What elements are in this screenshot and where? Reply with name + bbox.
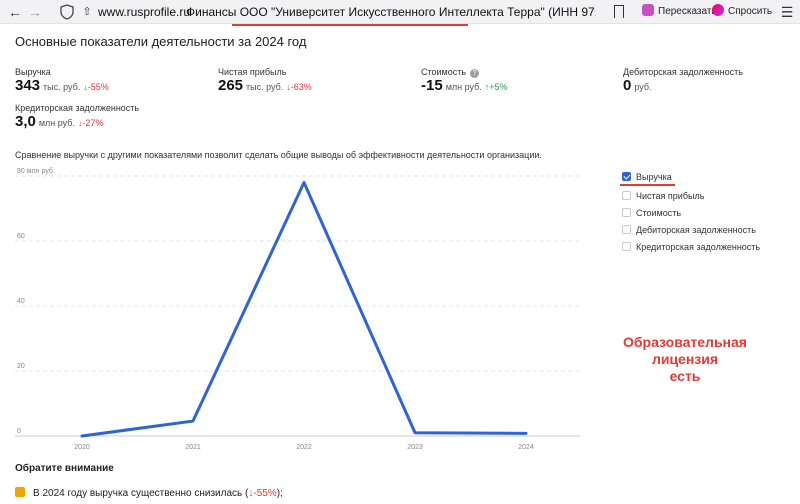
metric-number: -15	[421, 77, 443, 94]
retell-button[interactable]: Пересказать	[642, 3, 717, 21]
data-point	[413, 431, 417, 434]
ask-label: Спросить	[728, 6, 773, 17]
metric-label-revenue: Выручка	[15, 67, 51, 77]
x-tick-label: 2021	[185, 444, 201, 451]
y-tick-label: 0	[17, 428, 21, 435]
page-title-tab[interactable]: Финансы ООО "Университет Искусственного …	[186, 5, 596, 19]
notice-change: ↓-55%	[248, 488, 277, 499]
metric-label-net-profit: Чистая прибыль	[218, 67, 287, 77]
metric-value-payables: 3,0 млн руб. ↓-27%	[15, 113, 103, 131]
y-tick-label: 40	[17, 298, 25, 305]
metric-number: 343	[15, 77, 41, 94]
data-point	[524, 432, 528, 435]
share-icon[interactable]: ⇧	[78, 3, 96, 21]
annotation-line-1: Образовательная лицензия	[623, 334, 747, 367]
metric-label-receivables: Дебиторская задолженность	[623, 67, 743, 77]
title-highlight-underline	[232, 24, 468, 26]
ask-icon	[712, 4, 724, 16]
metric-value-net-profit: 265 тыс. руб. ↓-63%	[218, 77, 312, 95]
bookmark-icon[interactable]	[614, 5, 624, 18]
checkbox-checked-icon[interactable]	[622, 172, 631, 181]
address-host[interactable]: www.rusprofile.ru	[98, 5, 190, 19]
warning-icon	[15, 487, 25, 497]
legend-item-net-profit[interactable]: Чистая прибыль	[622, 191, 704, 203]
legend-highlight-underline	[620, 184, 675, 186]
legend-item-revenue[interactable]: Выручка	[622, 172, 672, 184]
forward-icon[interactable]: →	[26, 3, 44, 21]
metric-unit: тыс. руб.	[43, 82, 81, 92]
metric-change: ↑+5%	[484, 82, 508, 92]
notice-item: В 2024 году выручка существенно снизилас…	[15, 487, 283, 499]
metric-change: ↓-63%	[286, 82, 312, 92]
data-point	[191, 419, 195, 423]
retell-label: Пересказать	[658, 6, 717, 17]
ask-button[interactable]: Спросить	[712, 3, 772, 21]
metric-change: ↓-27%	[77, 118, 104, 128]
metric-number: 0	[623, 77, 632, 94]
license-annotation: Образовательная лицензия есть	[590, 334, 780, 385]
legend-item-value[interactable]: Стоимость	[622, 208, 681, 220]
x-tick-label: 2024	[518, 444, 534, 451]
metric-label-text: Стоимость	[421, 67, 467, 77]
metric-number: 3,0	[15, 113, 36, 130]
x-tick-label: 2020	[74, 444, 90, 451]
notice-text-after: );	[276, 488, 283, 499]
metric-label-payables: Кредиторская задолженность	[15, 103, 140, 113]
section-title: Основные показатели деятельности за 2024…	[15, 34, 307, 49]
series-line-revenue	[80, 181, 528, 438]
legend-label: Дебиторская задолженность	[636, 225, 756, 235]
browser-toolbar: ← → ⇧ www.rusprofile.ru Финансы ООО "Уни…	[0, 0, 800, 24]
checkbox-icon[interactable]	[622, 242, 631, 251]
metric-unit: млн руб.	[445, 82, 482, 92]
metric-unit: руб.	[634, 82, 652, 92]
legend-label: Кредиторская задолженность	[636, 242, 761, 252]
metric-value-receivables: 0 руб.	[623, 77, 652, 95]
retell-icon	[642, 4, 654, 16]
legend-item-payables[interactable]: Кредиторская задолженность	[622, 242, 760, 254]
security-shield-icon[interactable]	[60, 4, 74, 20]
back-icon[interactable]: ←	[6, 3, 24, 21]
checkbox-icon[interactable]	[622, 225, 631, 234]
legend-label: Стоимость	[636, 208, 682, 218]
checkbox-icon[interactable]	[622, 208, 631, 217]
notice-title: Обратите внимание	[15, 463, 114, 474]
menu-icon[interactable]: ☰	[778, 3, 796, 21]
legend-item-receivables[interactable]: Дебиторская задолженность	[622, 225, 756, 237]
y-tick-label: 60	[17, 233, 25, 240]
metric-unit: тыс. руб.	[246, 82, 284, 92]
y-tick-label: 20	[17, 363, 25, 370]
x-tick-label: 2022	[296, 444, 312, 451]
x-tick-label: 2023	[407, 444, 423, 451]
metric-number: 265	[218, 77, 244, 94]
annotation-line-2: есть	[669, 368, 701, 384]
notice-text-before: В 2024 году выручка существенно снизилас…	[33, 488, 249, 499]
legend-label: Выручка	[636, 172, 672, 182]
data-point	[302, 181, 306, 184]
revenue-line-chart: 80 млн руб. 60 40 20 0 2020 2021 2022 2023 2024	[15, 167, 580, 451]
y-tick-label: 80 млн руб.	[17, 167, 55, 175]
metric-unit: млн руб.	[38, 118, 75, 128]
metric-change: ↓-55%	[83, 82, 109, 92]
checkbox-icon[interactable]	[622, 191, 631, 200]
data-point	[80, 434, 84, 438]
chart-description: Сравнение выручки с другими показателями…	[15, 150, 542, 160]
metric-value-value: -15 млн руб. ↑+5%	[421, 77, 508, 95]
metric-value-revenue: 343 тыс. руб. ↓-55%	[15, 77, 109, 95]
legend-label: Чистая прибыль	[636, 191, 705, 201]
